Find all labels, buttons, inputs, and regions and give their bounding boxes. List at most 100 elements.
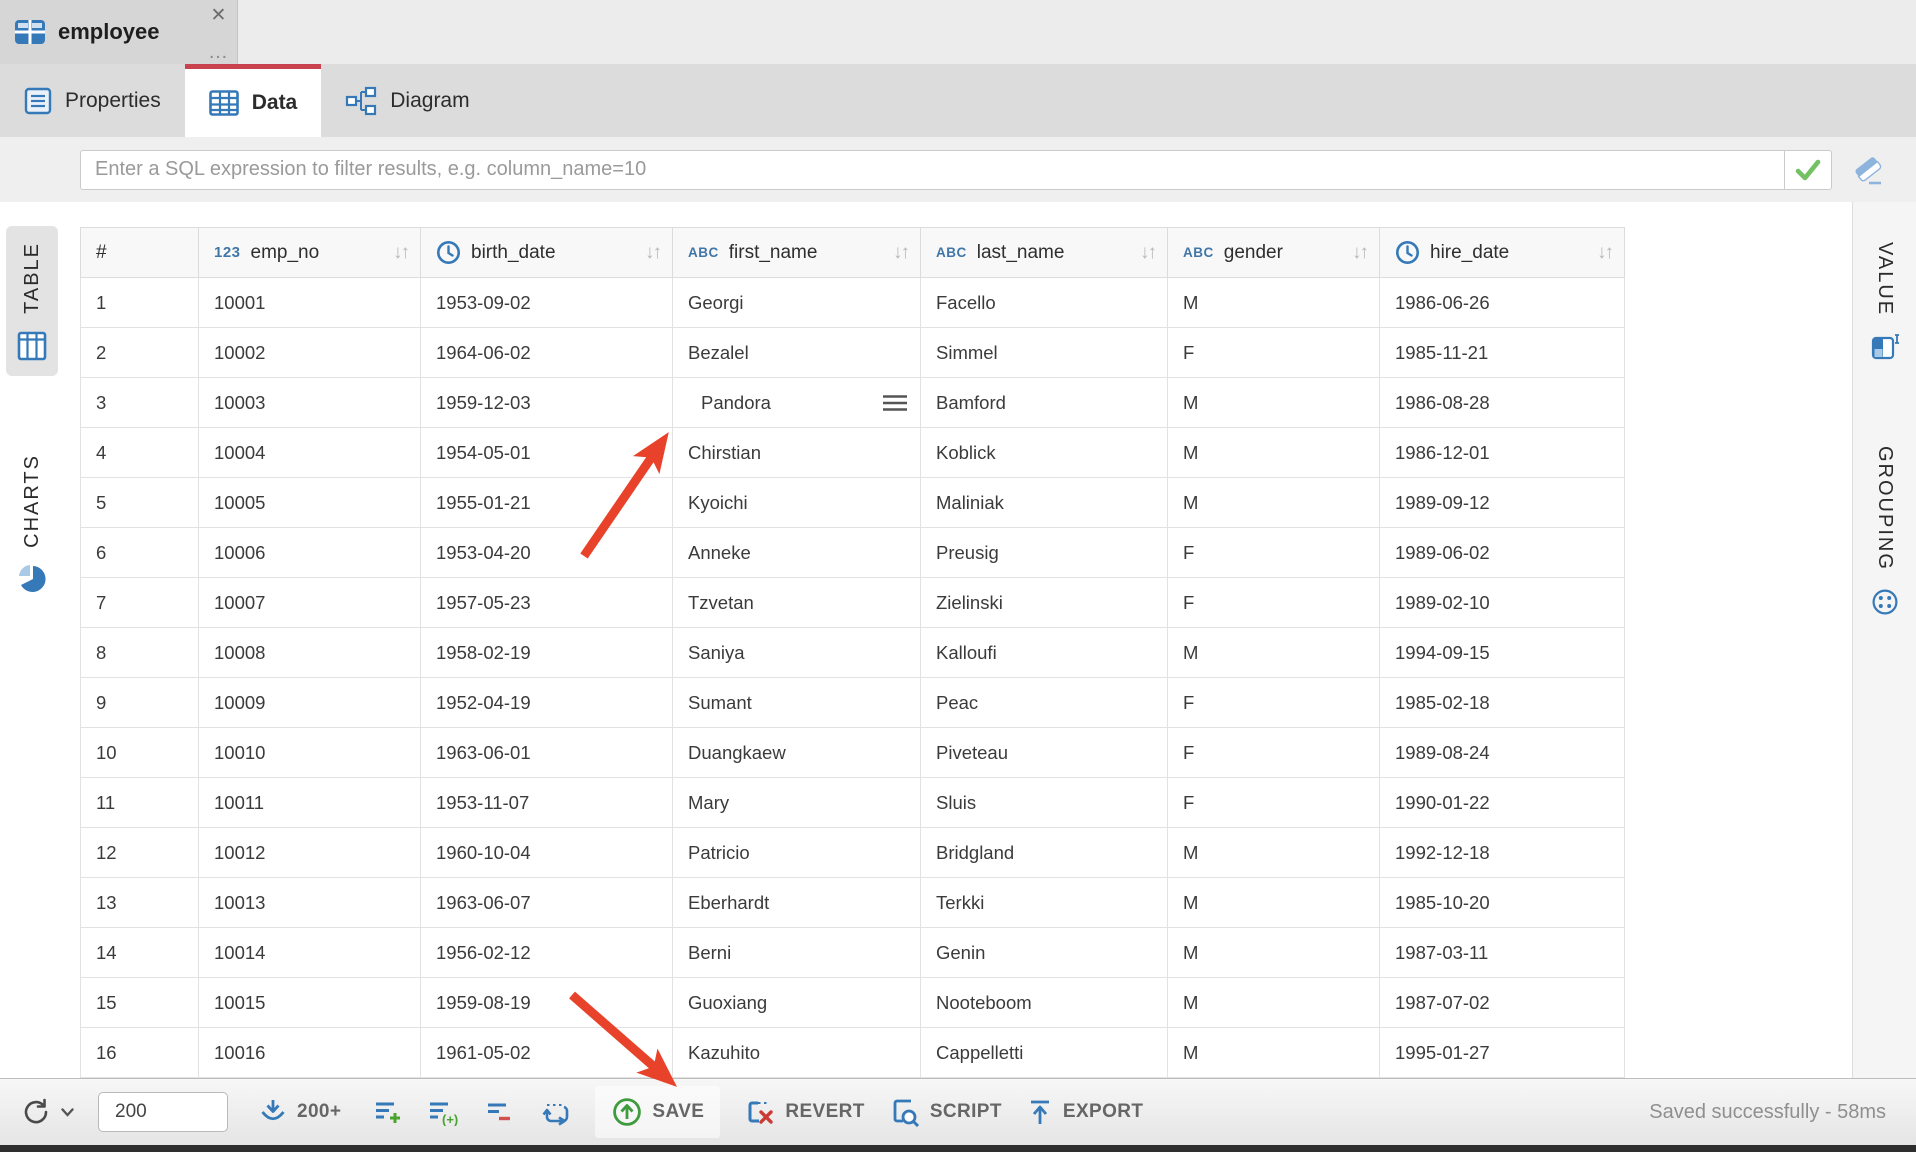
cell-birth_date[interactable]: 1959-12-03 — [421, 378, 673, 428]
cell-birth_date[interactable]: 1958-02-19 — [421, 628, 673, 678]
cell-first_name[interactable]: Bezalel — [673, 328, 921, 378]
column-header-hire-date[interactable]: hire_date ↓↑ — [1380, 228, 1625, 278]
cell-birth_date[interactable]: 1953-11-07 — [421, 778, 673, 828]
cell-first_name[interactable]: Eberhardt — [673, 878, 921, 928]
delete-row-button[interactable] — [485, 1098, 515, 1126]
cell-first_name[interactable]: Sumant — [673, 678, 921, 728]
cell-hire_date[interactable]: 1986-12-01 — [1380, 428, 1625, 478]
cell-gender[interactable]: F — [1168, 328, 1380, 378]
cell-rownum[interactable]: 9 — [81, 678, 199, 728]
cell-birth_date[interactable]: 1953-09-02 — [421, 278, 673, 328]
tab-properties[interactable]: Properties — [0, 64, 185, 137]
column-header-birth-date[interactable]: birth_date ↓↑ — [421, 228, 673, 278]
cell-first_name[interactable]: Kyoichi — [673, 478, 921, 528]
sql-filter-input[interactable] — [80, 150, 1784, 190]
duplicate-row-button[interactable]: (+) — [427, 1098, 461, 1126]
cell-emp_no[interactable]: 10003 — [199, 378, 421, 428]
cell-gender[interactable]: F — [1168, 578, 1380, 628]
cell-rownum[interactable]: 6 — [81, 528, 199, 578]
add-row-button[interactable] — [373, 1098, 403, 1126]
cell-rownum[interactable]: 16 — [81, 1028, 199, 1078]
cell-birth_date[interactable]: 1952-04-19 — [421, 678, 673, 728]
sort-icon[interactable]: ↓↑ — [1352, 242, 1371, 264]
cell-birth_date[interactable]: 1959-08-19 — [421, 978, 673, 1028]
fetch-size-input[interactable] — [98, 1092, 228, 1132]
tab-data[interactable]: Data — [185, 64, 322, 137]
cell-last_name[interactable]: Koblick — [921, 428, 1168, 478]
cell-gender[interactable]: M — [1168, 378, 1380, 428]
cell-rownum[interactable]: 1 — [81, 278, 199, 328]
cell-rownum[interactable]: 5 — [81, 478, 199, 528]
cell-last_name[interactable]: Kalloufi — [921, 628, 1168, 678]
cell-emp_no[interactable]: 10014 — [199, 928, 421, 978]
cell-first_name[interactable]: Saniya — [673, 628, 921, 678]
cell-first_name[interactable]: Duangkaew — [673, 728, 921, 778]
cell-rownum[interactable]: 3 — [81, 378, 199, 428]
cell-emp_no[interactable]: 10016 — [199, 1028, 421, 1078]
refresh-row-button[interactable] — [539, 1097, 571, 1127]
panel-tab-table[interactable]: TABLE — [6, 226, 58, 376]
cell-birth_date[interactable]: 1957-05-23 — [421, 578, 673, 628]
cell-rownum[interactable]: 13 — [81, 878, 199, 928]
cell-last_name[interactable]: Cappelletti — [921, 1028, 1168, 1078]
cell-first_name[interactable]: Georgi — [673, 278, 921, 328]
cell-gender[interactable]: M — [1168, 278, 1380, 328]
cell-last_name[interactable]: Piveteau — [921, 728, 1168, 778]
cell-last_name[interactable]: Terkki — [921, 878, 1168, 928]
cell-emp_no[interactable]: 10006 — [199, 528, 421, 578]
cell-hire_date[interactable]: 1987-03-11 — [1380, 928, 1625, 978]
cell-first_name[interactable]: Berni — [673, 928, 921, 978]
cell-last_name[interactable]: Facello — [921, 278, 1168, 328]
cell-gender[interactable]: M — [1168, 928, 1380, 978]
cell-emp_no[interactable]: 10008 — [199, 628, 421, 678]
cell-birth_date[interactable]: 1961-05-02 — [421, 1028, 673, 1078]
apply-filter-button[interactable] — [1784, 150, 1832, 190]
cell-first_name[interactable]: Pandora — [673, 378, 921, 428]
cell-hire_date[interactable]: 1986-06-26 — [1380, 278, 1625, 328]
cell-gender[interactable]: M — [1168, 628, 1380, 678]
fetch-next-button[interactable]: 200+ — [258, 1097, 341, 1127]
cell-hire_date[interactable]: 1989-02-10 — [1380, 578, 1625, 628]
cell-hire_date[interactable]: 1987-07-02 — [1380, 978, 1625, 1028]
column-header-rownum[interactable]: # — [81, 228, 199, 278]
cell-rownum[interactable]: 11 — [81, 778, 199, 828]
sort-icon[interactable]: ↓↑ — [1140, 242, 1159, 264]
cell-gender[interactable]: F — [1168, 728, 1380, 778]
cell-rownum[interactable]: 12 — [81, 828, 199, 878]
cell-last_name[interactable]: Nooteboom — [921, 978, 1168, 1028]
cell-emp_no[interactable]: 10001 — [199, 278, 421, 328]
cell-last_name[interactable]: Bamford — [921, 378, 1168, 428]
column-header-emp-no[interactable]: 123 emp_no ↓↑ — [199, 228, 421, 278]
cell-rownum[interactable]: 8 — [81, 628, 199, 678]
cell-hire_date[interactable]: 1985-02-18 — [1380, 678, 1625, 728]
cell-gender[interactable]: M — [1168, 828, 1380, 878]
cell-emp_no[interactable]: 10015 — [199, 978, 421, 1028]
cell-birth_date[interactable]: 1963-06-07 — [421, 878, 673, 928]
cell-emp_no[interactable]: 10007 — [199, 578, 421, 628]
cell-rownum[interactable]: 7 — [81, 578, 199, 628]
cell-first_name[interactable]: Anneke — [673, 528, 921, 578]
cell-hire_date[interactable]: 1989-06-02 — [1380, 528, 1625, 578]
cell-last_name[interactable]: Genin — [921, 928, 1168, 978]
column-header-first-name[interactable]: ABC first_name ↓↑ — [673, 228, 921, 278]
cell-gender[interactable]: M — [1168, 478, 1380, 528]
tab-diagram[interactable]: Diagram — [321, 64, 493, 137]
cell-hire_date[interactable]: 1986-08-28 — [1380, 378, 1625, 428]
close-tab-icon[interactable]: ✕ — [211, 6, 227, 26]
cell-gender[interactable]: M — [1168, 428, 1380, 478]
cell-emp_no[interactable]: 10002 — [199, 328, 421, 378]
cell-last_name[interactable]: Sluis — [921, 778, 1168, 828]
cell-last_name[interactable]: Peac — [921, 678, 1168, 728]
cell-rownum[interactable]: 14 — [81, 928, 199, 978]
cell-gender[interactable]: M — [1168, 978, 1380, 1028]
cell-birth_date[interactable]: 1956-02-12 — [421, 928, 673, 978]
cell-gender[interactable]: F — [1168, 678, 1380, 728]
cell-hire_date[interactable]: 1985-11-21 — [1380, 328, 1625, 378]
cell-first_name[interactable]: Tzvetan — [673, 578, 921, 628]
cell-birth_date[interactable]: 1963-06-01 — [421, 728, 673, 778]
cell-gender[interactable]: M — [1168, 878, 1380, 928]
sort-icon[interactable]: ↓↑ — [893, 242, 912, 264]
panel-tab-value[interactable]: VALUE — [1859, 226, 1911, 376]
cell-last_name[interactable]: Zielinski — [921, 578, 1168, 628]
cell-emp_no[interactable]: 10012 — [199, 828, 421, 878]
